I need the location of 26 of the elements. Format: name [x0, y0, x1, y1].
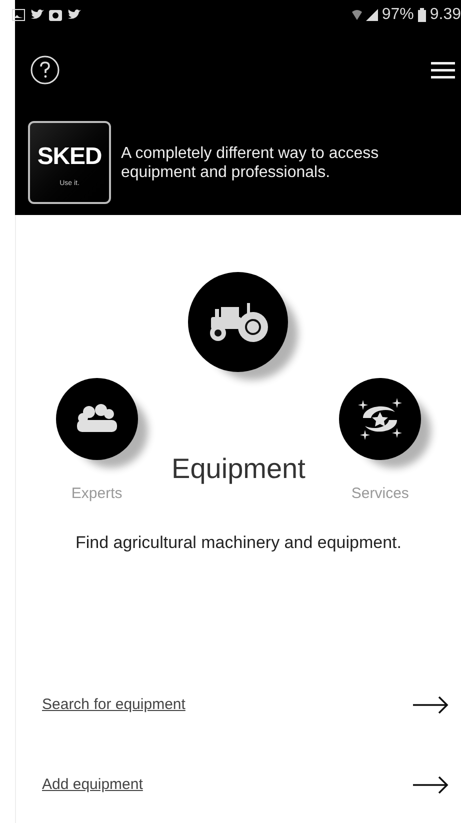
clock-time: 9.39: [430, 5, 461, 25]
tractor-icon: [207, 301, 270, 343]
help-button[interactable]: [30, 55, 60, 85]
action-link[interactable]: Search for equipment: [42, 694, 186, 716]
battery-icon: [418, 8, 426, 22]
arrow-right-icon[interactable]: [413, 776, 449, 794]
wifi-icon: [352, 9, 362, 21]
action-link[interactable]: Add equipment: [42, 774, 143, 796]
category-label: Experts: [71, 484, 122, 504]
bird-icon: [67, 9, 81, 21]
bird-icon: [30, 9, 44, 21]
slogan: A completely different way to access equipment and professionals.: [121, 144, 380, 182]
image-icon: [12, 9, 25, 21]
help-icon: [30, 55, 60, 85]
signal-icon: [366, 9, 378, 21]
battery-percent: 97%: [382, 5, 414, 25]
menu-icon: [431, 61, 455, 79]
arrow-right-icon[interactable]: [413, 696, 449, 714]
people-group-icon: [74, 404, 119, 434]
logo-name: SKED: [37, 145, 102, 170]
menu-button[interactable]: [431, 59, 457, 81]
category-label: Services: [351, 484, 409, 504]
category-description: Find agricultural machinery and equipment.: [74, 532, 402, 554]
camera-icon: [49, 9, 62, 21]
category-label: Equipment: [172, 452, 306, 486]
star-swirl-icon: [357, 398, 404, 440]
